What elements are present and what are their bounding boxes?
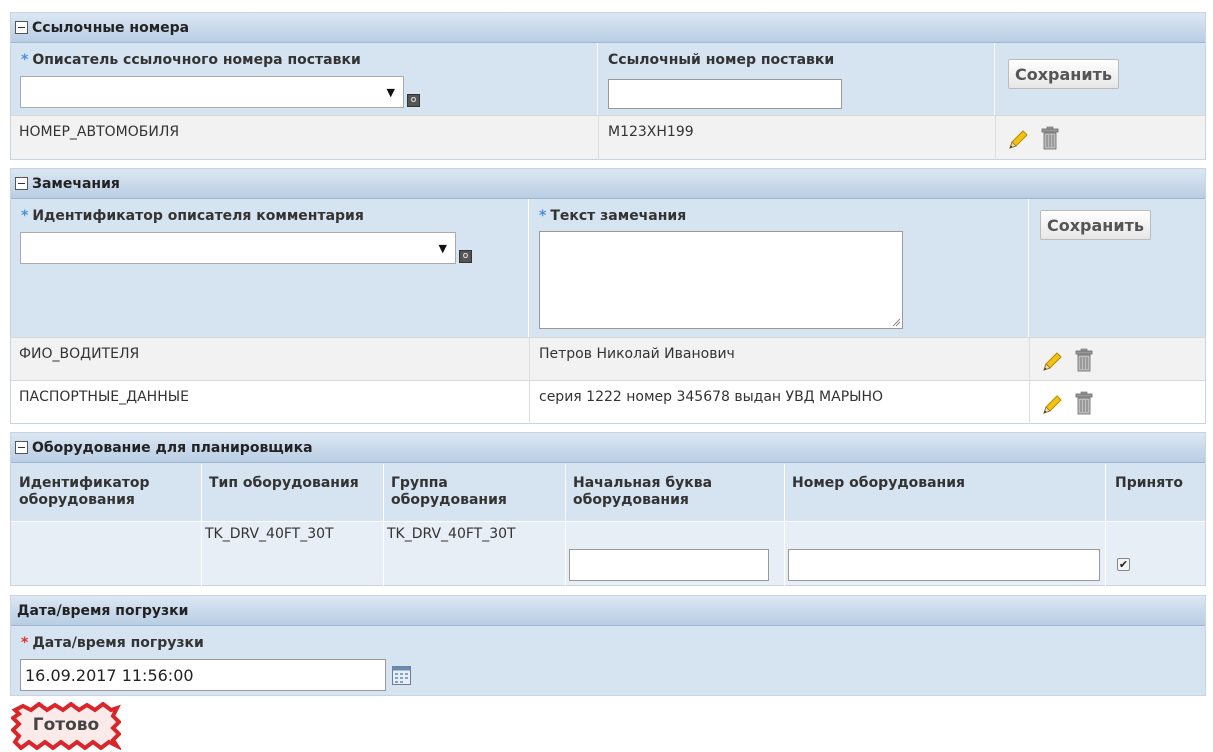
column-header-initial: Начальная буква оборудования <box>573 475 713 508</box>
loading-section: Дата/время погрузки * Дата/время погрузки… <box>10 595 1206 696</box>
remarks-text-cell: * Текст замечания <box>529 199 1029 337</box>
table-row: ПАСПОРТНЫЕ_ДАННЫЕ серия 1222 номер 34567… <box>11 380 1205 424</box>
lov-icon[interactable]: o <box>459 250 472 263</box>
required-marker: * <box>21 208 29 224</box>
pencil-icon[interactable] <box>1041 394 1063 416</box>
collapse-icon[interactable] <box>15 177 28 190</box>
ref-numbers-section: Ссылочные номера * Описатель ссылочного н… <box>10 12 1206 160</box>
remarks-save-button[interactable]: Сохранить <box>1040 210 1151 240</box>
equipment-section: Оборудование для планировщика Идентифика… <box>10 432 1206 586</box>
equipment-initial-input[interactable] <box>569 549 769 581</box>
remarks-form-row: * Идентификатор описателя комментария ▼ o… <box>11 199 1205 337</box>
trash-icon[interactable] <box>1075 348 1093 372</box>
ref-number-input[interactable] <box>608 79 842 109</box>
ref-save-cell: Сохранить <box>995 43 1207 115</box>
loading-header: Дата/время погрузки <box>11 596 1205 626</box>
ref-descriptor-label: * Описатель ссылочного номера поставки <box>21 52 361 68</box>
ref-save-button[interactable]: Сохранить <box>1008 59 1119 89</box>
remarks-text-label: * Текст замечания <box>539 208 687 224</box>
loading-form-row: * Дата/время погрузки 16.09.2017 11:56:00 <box>11 626 1205 695</box>
remarks-row-descriptor: ПАСПОРТНЫЕ_ДАННЫЕ <box>19 389 189 405</box>
ref-numbers-form-row: * Описатель ссылочного номера поставки ▼ … <box>11 43 1205 115</box>
equipment-header-row: Идентификатор оборудования Тип оборудова… <box>11 463 1205 521</box>
ref-descriptor-select[interactable]: ▼ <box>20 76 404 108</box>
column-header-group: Группа оборудования <box>391 475 507 508</box>
trash-icon[interactable] <box>1041 126 1059 150</box>
required-marker: * <box>539 208 547 224</box>
required-marker: * <box>21 52 29 68</box>
remarks-row-value: Петров Николай Иванович <box>539 346 735 362</box>
remarks-text-area[interactable] <box>539 231 903 329</box>
remarks-row-value: серия 1222 номер 345678 выдан УВД МАРЫНО <box>539 389 884 405</box>
done-button[interactable]: Готово <box>11 702 121 750</box>
ref-descriptor-cell: * Описатель ссылочного номера поставки ▼ … <box>11 43 598 115</box>
accepted-checkbox[interactable]: ✔ <box>1117 558 1130 571</box>
ref-row-value: М123ХН199 <box>608 124 694 140</box>
collapse-icon[interactable] <box>15 21 28 34</box>
remarks-title: Замечания <box>32 175 120 192</box>
remarks-descriptor-label: * Идентификатор описателя комментария <box>21 208 364 224</box>
ref-numbers-header[interactable]: Ссылочные номера <box>11 13 1205 43</box>
ref-row-descriptor: НОМЕР_АВТОМОБИЛЯ <box>19 124 180 140</box>
lov-icon[interactable]: o <box>407 94 420 107</box>
dropdown-arrow-icon: ▼ <box>386 86 395 99</box>
column-header-id: Идентификатор оборудования <box>19 475 150 508</box>
remarks-section: Замечания * Идентификатор описателя комме… <box>10 168 1206 424</box>
remarks-save-cell: Сохранить <box>1029 199 1207 337</box>
remarks-row-descriptor: ФИО_ВОДИТЕЛЯ <box>19 346 140 362</box>
equipment-type-value: TK_DRV_40FT_30T <box>205 526 334 542</box>
ref-numbers-title: Ссылочные номера <box>32 19 190 36</box>
equipment-title: Оборудование для планировщика <box>32 439 313 456</box>
required-marker: * <box>21 635 29 651</box>
pencil-icon[interactable] <box>1041 351 1063 373</box>
resize-handle-icon[interactable] <box>892 318 901 327</box>
column-header-number: Номер оборудования <box>792 475 966 491</box>
collapse-icon[interactable] <box>15 441 28 454</box>
equipment-group-value: TK_DRV_40FT_30T <box>387 526 516 542</box>
equipment-header[interactable]: Оборудование для планировщика <box>11 433 1205 463</box>
table-row: ФИО_ВОДИТЕЛЯ Петров Николай Иванович <box>11 337 1205 381</box>
pencil-icon[interactable] <box>1007 129 1029 151</box>
dropdown-arrow-icon: ▼ <box>438 242 447 255</box>
done-label: Готово <box>32 715 100 735</box>
remarks-descriptor-cell: * Идентификатор описателя комментария ▼ o <box>11 199 529 337</box>
calendar-icon[interactable] <box>392 666 411 685</box>
loading-datetime-value: 16.09.2017 11:56:00 <box>25 666 194 685</box>
remarks-header[interactable]: Замечания <box>11 169 1205 199</box>
ref-number-label: Ссылочный номер поставки <box>608 52 835 68</box>
equipment-number-input[interactable] <box>788 549 1100 581</box>
loading-title: Дата/время погрузки <box>17 602 189 619</box>
loading-datetime-input[interactable]: 16.09.2017 11:56:00 <box>20 659 386 691</box>
column-header-accepted: Принято <box>1115 475 1183 491</box>
table-row: НОМЕР_АВТОМОБИЛЯ М123ХН199 <box>11 115 1205 160</box>
ref-number-cell: Ссылочный номер поставки <box>598 43 995 115</box>
table-row: TK_DRV_40FT_30T TK_DRV_40FT_30T ✔ <box>11 464 1205 586</box>
column-header-type: Тип оборудования <box>209 475 359 491</box>
loading-label: * Дата/время погрузки <box>21 635 204 651</box>
trash-icon[interactable] <box>1075 391 1093 415</box>
remarks-descriptor-select[interactable]: ▼ <box>20 232 456 264</box>
